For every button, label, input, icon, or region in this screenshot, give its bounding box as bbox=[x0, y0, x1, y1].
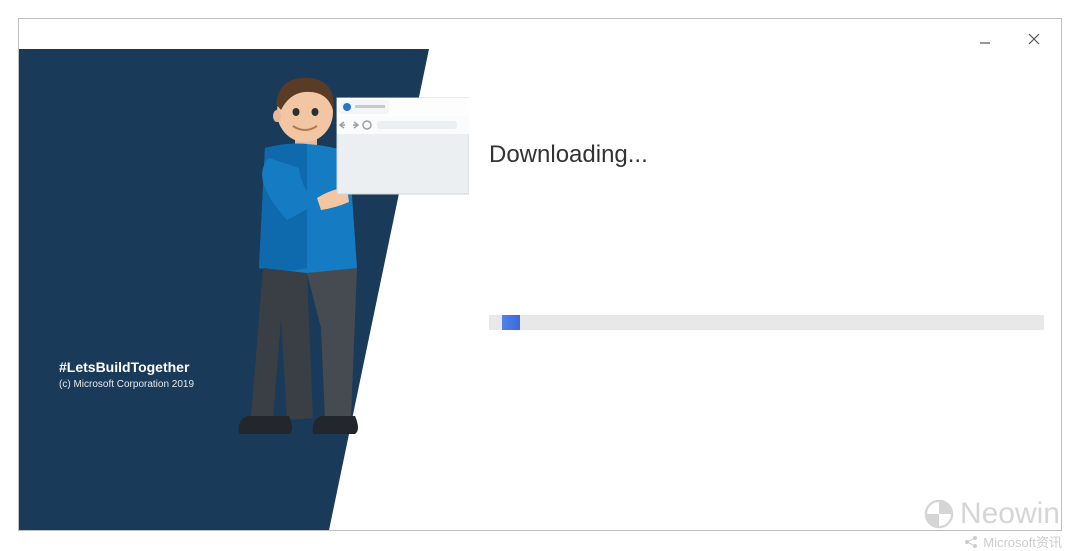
status-text: Downloading... bbox=[489, 141, 648, 169]
copyright-text: (c) Microsoft Corporation 2019 bbox=[59, 379, 194, 390]
window-controls bbox=[973, 27, 1046, 51]
close-button[interactable] bbox=[1022, 27, 1046, 51]
source-watermark: Microsoft资讯 bbox=[963, 532, 1062, 551]
progress-fill bbox=[502, 315, 520, 330]
progress-bar bbox=[489, 315, 1044, 330]
neowin-watermark-text: Neowin bbox=[960, 497, 1060, 531]
hashtag-text: #LetsBuildTogether bbox=[59, 359, 189, 375]
installer-window: #LetsBuildTogether (c) Microsoft Corpora… bbox=[18, 18, 1062, 531]
minimize-button[interactable] bbox=[973, 27, 997, 51]
share-icon bbox=[963, 534, 979, 550]
neowin-logo-icon bbox=[924, 499, 954, 529]
source-watermark-text: Microsoft资讯 bbox=[983, 532, 1062, 551]
neowin-watermark: Neowin bbox=[924, 497, 1060, 531]
character-illustration bbox=[209, 68, 469, 531]
